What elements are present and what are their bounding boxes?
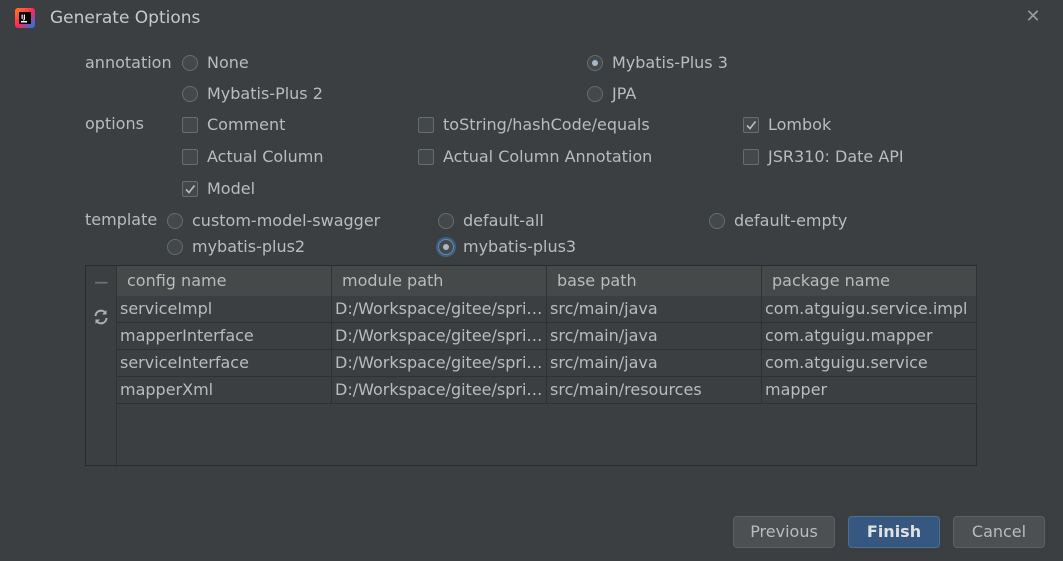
table-header: config name module path base path packag…	[117, 266, 977, 296]
template-radio-mybatis-plus2[interactable]: mybatis-plus2	[167, 237, 305, 256]
table-row[interactable]: mapperInterface D:/Workspace/gitee/sprin…	[117, 323, 977, 350]
cell-base-path: src/main/java	[547, 350, 762, 376]
checkbox-icon	[182, 148, 198, 165]
radio-icon	[182, 54, 198, 71]
cell-base-path: src/main/resources	[547, 377, 762, 403]
checkbox-icon	[743, 148, 759, 165]
option-checkbox-lombok[interactable]: Lombok	[743, 115, 831, 134]
cancel-button[interactable]: Cancel	[953, 516, 1045, 548]
checkbox-label: JSR310: Date API	[768, 147, 904, 166]
checkbox-checked-icon	[182, 180, 198, 197]
checkbox-label: Actual Column	[207, 147, 324, 166]
option-checkbox-model[interactable]: Model	[182, 179, 255, 198]
radio-icon	[438, 212, 454, 229]
annotation-radio-jpa[interactable]: JPA	[587, 84, 636, 103]
option-checkbox-actual-column[interactable]: Actual Column	[182, 147, 323, 166]
cell-module-path: D:/Workspace/gitee/sprin...	[332, 350, 547, 376]
cell-package-name: com.atguigu.mapper	[762, 323, 977, 349]
checkbox-checked-icon	[743, 116, 759, 133]
radio-label: Mybatis-Plus 2	[207, 84, 323, 103]
cell-module-path: D:/Workspace/gitee/sprin...	[332, 323, 547, 349]
close-icon[interactable]: ✕	[1024, 6, 1042, 28]
radio-label: Mybatis-Plus 3	[612, 53, 728, 72]
cell-module-path: D:/Workspace/gitee/sprin...	[332, 377, 547, 403]
checkbox-icon	[418, 148, 434, 165]
template-radio-default-empty[interactable]: default-empty	[709, 211, 847, 230]
column-header-base-path[interactable]: base path	[547, 266, 762, 296]
refresh-icon[interactable]	[92, 308, 110, 326]
radio-label: mybatis-plus3	[463, 237, 577, 256]
column-header-package-name[interactable]: package name	[762, 266, 977, 296]
table-row[interactable]: serviceInterface D:/Workspace/gitee/spri…	[117, 350, 977, 377]
checkbox-label: Lombok	[768, 115, 832, 134]
option-checkbox-comment[interactable]: Comment	[182, 115, 285, 134]
cell-config-name: serviceImpl	[117, 296, 332, 322]
table-toolbar	[86, 266, 117, 465]
radio-label: custom-model-swagger	[192, 211, 381, 230]
radio-label: default-all	[463, 211, 544, 230]
annotation-radio-mybatis-plus-3[interactable]: Mybatis-Plus 3	[587, 53, 728, 72]
cell-config-name: mapperInterface	[117, 323, 332, 349]
checkbox-label: Actual Column Annotation	[443, 147, 653, 166]
radio-label: default-empty	[734, 211, 848, 230]
cell-package-name: com.atguigu.service	[762, 350, 977, 376]
cell-config-name: serviceInterface	[117, 350, 332, 376]
table-body: serviceImpl D:/Workspace/gitee/sprin... …	[117, 296, 977, 404]
annotation-label: annotation	[85, 53, 172, 72]
cell-package-name: com.atguigu.service.impl	[762, 296, 977, 322]
radio-selected-icon	[587, 54, 603, 71]
radio-label: JPA	[612, 84, 637, 103]
option-checkbox-actual-column-annotation[interactable]: Actual Column Annotation	[418, 147, 652, 166]
radio-label: None	[207, 53, 249, 72]
radio-selected-icon	[438, 238, 454, 255]
title-bar: IJ Generate Options ✕	[0, 0, 1063, 36]
radio-icon	[167, 238, 183, 255]
radio-icon	[182, 85, 198, 102]
radio-label: mybatis-plus2	[192, 237, 306, 256]
minus-icon[interactable]: −	[93, 272, 110, 292]
finish-button[interactable]: Finish	[848, 516, 940, 548]
checkbox-label: Comment	[207, 115, 286, 134]
svg-text:IJ: IJ	[21, 14, 25, 21]
radio-icon	[709, 212, 725, 229]
radio-icon	[587, 85, 603, 102]
checkbox-label: Model	[207, 179, 256, 198]
cell-base-path: src/main/java	[547, 323, 762, 349]
column-header-config-name[interactable]: config name	[117, 266, 332, 296]
options-label: options	[85, 114, 144, 133]
cell-package-name: mapper	[762, 377, 977, 403]
annotation-radio-mybatis-plus-2[interactable]: Mybatis-Plus 2	[182, 84, 323, 103]
window-title: Generate Options	[50, 8, 201, 28]
table-row[interactable]: mapperXml D:/Workspace/gitee/sprin... sr…	[117, 377, 977, 404]
annotation-radio-none[interactable]: None	[182, 53, 249, 72]
previous-button[interactable]: Previous	[733, 516, 835, 548]
template-radio-mybatis-plus3[interactable]: mybatis-plus3	[438, 237, 576, 256]
option-checkbox-jsr310[interactable]: JSR310: Date API	[743, 147, 904, 166]
checkbox-icon	[182, 116, 198, 133]
cell-config-name: mapperXml	[117, 377, 332, 403]
cell-module-path: D:/Workspace/gitee/sprin...	[332, 296, 547, 322]
table-row[interactable]: serviceImpl D:/Workspace/gitee/sprin... …	[117, 296, 977, 323]
template-label: template	[85, 210, 158, 229]
checkbox-label: toString/hashCode/equals	[443, 115, 650, 134]
column-header-module-path[interactable]: module path	[332, 266, 547, 296]
checkbox-icon	[418, 116, 434, 133]
template-radio-default-all[interactable]: default-all	[438, 211, 544, 230]
option-checkbox-tostring[interactable]: toString/hashCode/equals	[418, 115, 650, 134]
intellij-icon: IJ	[15, 8, 35, 28]
cell-base-path: src/main/java	[547, 296, 762, 322]
radio-icon	[167, 212, 183, 229]
template-radio-custom-model-swagger[interactable]: custom-model-swagger	[167, 211, 380, 230]
